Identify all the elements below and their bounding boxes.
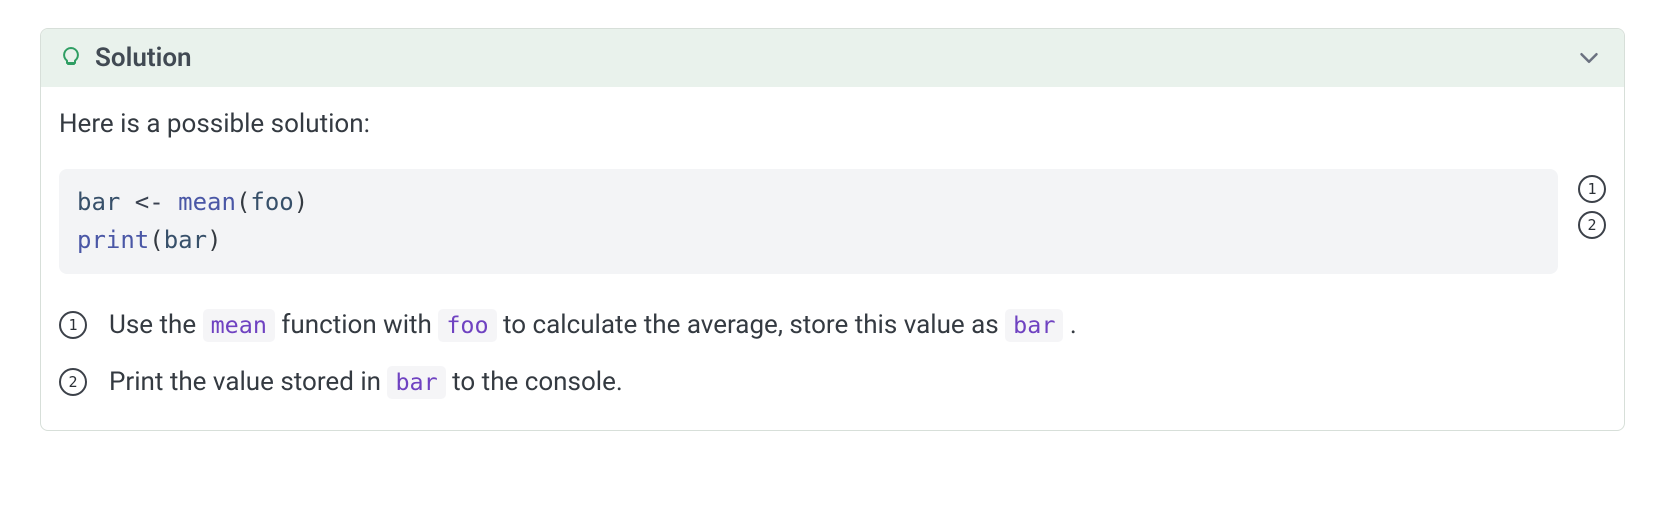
- inline-code: bar: [1005, 309, 1063, 342]
- explanation-row: 1 Use the mean function with foo to calc…: [59, 308, 1606, 343]
- inline-code: bar: [387, 366, 445, 399]
- inline-code: mean: [203, 309, 275, 342]
- annotation-column: 1 2: [1578, 175, 1606, 239]
- callout-header[interactable]: Solution: [41, 29, 1624, 87]
- annotation-badge-2[interactable]: 2: [1578, 211, 1606, 239]
- inline-code: foo: [438, 309, 496, 342]
- annotation-badge: 2: [59, 368, 87, 396]
- explanation-text: Print the value stored in bar to the con…: [109, 365, 623, 400]
- code-token: <-: [120, 188, 178, 216]
- code-token: foo: [250, 188, 293, 216]
- solution-callout: Solution Here is a possible solution: ba…: [40, 28, 1625, 431]
- text-run: to calculate the average, store this val…: [497, 310, 1006, 340]
- lightbulb-icon: [59, 46, 83, 70]
- code-token: bar: [77, 188, 120, 216]
- code-token: (: [236, 188, 250, 216]
- code-token: bar: [164, 226, 207, 254]
- explanation-row: 2 Print the value stored in bar to the c…: [59, 365, 1606, 400]
- code-wrap: bar <- mean(foo) print(bar) 1 2: [59, 169, 1606, 274]
- callout-body: Here is a possible solution: bar <- mean…: [41, 87, 1624, 430]
- text-run: Use the: [109, 310, 203, 340]
- text-run: .: [1063, 310, 1076, 340]
- code-token: print: [77, 226, 149, 254]
- code-block: bar <- mean(foo) print(bar): [59, 169, 1558, 274]
- annotation-badge: 1: [59, 311, 87, 339]
- code-token: ): [207, 226, 221, 254]
- annotation-explanations: 1 Use the mean function with foo to calc…: [59, 308, 1606, 400]
- text-run: Print the value stored in: [109, 367, 387, 397]
- chevron-down-icon[interactable]: [1574, 43, 1604, 73]
- code-token: ): [294, 188, 308, 216]
- code-token: mean: [178, 188, 236, 216]
- annotation-badge-1[interactable]: 1: [1578, 175, 1606, 203]
- callout-title: Solution: [95, 43, 192, 73]
- intro-text: Here is a possible solution:: [59, 109, 1606, 139]
- text-run: function with: [275, 310, 438, 340]
- text-run: to the console.: [446, 367, 623, 397]
- explanation-text: Use the mean function with foo to calcul…: [109, 308, 1077, 343]
- code-token: (: [149, 226, 163, 254]
